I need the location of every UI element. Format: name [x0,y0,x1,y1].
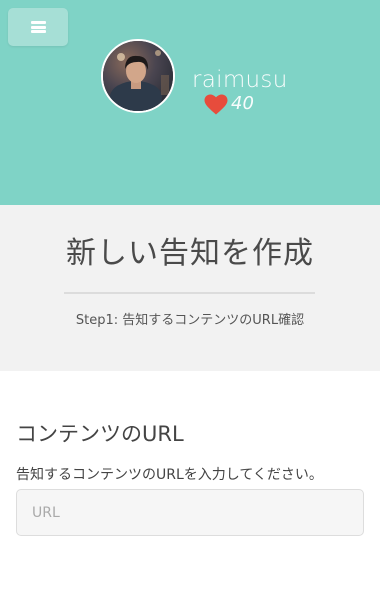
page-title: 新しい告知を作成 [66,236,314,271]
avatar[interactable] [101,39,175,113]
likes-count: 40 [231,93,254,114]
profile-header: raimusu 40 [0,0,380,205]
url-input[interactable] [16,489,364,536]
menu-button[interactable] [8,8,68,46]
title-divider [64,292,315,294]
heart-icon [204,94,228,114]
step-caption: Step1: 告知するコンテンツのURL確認 [75,313,305,328]
help-text: 告知するコンテンツのURLを入力してください。 [16,467,323,483]
hamburger-icon [30,21,46,33]
title-section [0,205,380,371]
section-heading: コンテンツのURL [16,422,184,446]
likes-counter: 40 [204,93,254,115]
username: raimusu [192,67,288,93]
page: raimusu 40 新しい告知を作成 Step1: 告知するコンテンツのURL… [0,0,380,600]
